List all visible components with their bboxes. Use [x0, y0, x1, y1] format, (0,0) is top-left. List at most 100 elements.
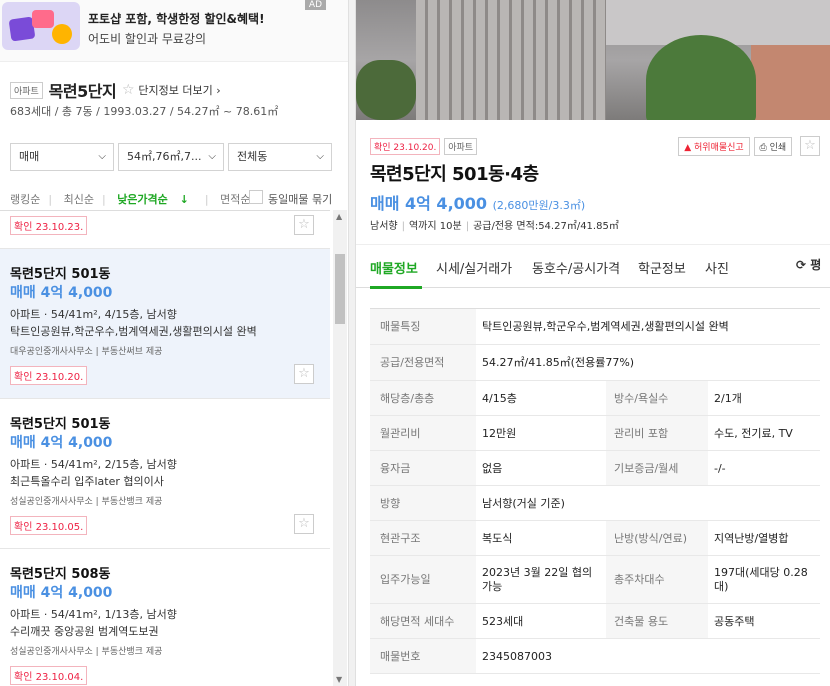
listing-agent: 대우공인중개사사무소 | 부동산써브 제공: [10, 347, 163, 357]
complex-info-link[interactable]: 단지정보 더보기 ›: [138, 84, 220, 97]
scroll-up-icon[interactable]: ▲: [336, 212, 342, 221]
same-listing-checkbox[interactable]: [249, 190, 263, 204]
listing-price: 매매 4억 4,000: [10, 585, 113, 601]
listing-desc: 최근특올수리 입주later 협의이사: [10, 475, 164, 488]
table-row: 해당층/총층 4/15층 방수/욕실수 2/1개: [370, 381, 820, 416]
confirm-date: 확인 23.10.04.: [10, 666, 88, 685]
unit-toggle-button[interactable]: ⟳ 평: [796, 256, 830, 273]
table-row: 매물번호 2345087003: [370, 639, 820, 674]
row-label: 방수/욕실수: [606, 381, 708, 415]
sort-low-price[interactable]: 낮은가격순 ↓: [117, 193, 197, 206]
row-value: 2023년 3월 22일 협의가능: [482, 566, 593, 593]
row-label: 공급/전용면적: [370, 345, 476, 380]
refresh-icon: ⟳: [796, 258, 807, 272]
detail-price-per-area: (2,680만원/3.3㎡): [492, 199, 586, 212]
row-value: 남서향(거실 기준): [482, 497, 565, 510]
siren-icon: ▲: [684, 142, 692, 153]
row-label: 입주가능일: [370, 556, 476, 603]
tab-photos[interactable]: 사진: [705, 258, 729, 277]
favorite-star-icon[interactable]: ☆: [294, 215, 314, 235]
tab-school[interactable]: 학군정보: [638, 258, 686, 277]
tab-unit-price[interactable]: 동호수/공시가격: [532, 258, 620, 277]
favorite-star-icon[interactable]: ☆: [294, 364, 314, 384]
complex-header: 아파트 목련5단지 ☆ 단지정보 더보기 ›: [10, 78, 340, 101]
row-label: 총주차대수: [606, 556, 708, 603]
row-value: 지역난방/열병합: [714, 532, 789, 545]
row-value: 54.27㎡/41.85㎡(전용률77%): [482, 356, 635, 369]
row-label: 난방(방식/연료): [606, 521, 708, 555]
tab-listing-info[interactable]: 매물정보: [370, 258, 418, 277]
row-label: 건축물 용도: [606, 604, 708, 638]
table-row: 입주가능일 2023년 3월 22일 협의가능 총주차대수 197대(세대당 0…: [370, 556, 820, 604]
confirm-date: 확인 23.10.23.: [10, 216, 88, 235]
report-button[interactable]: ▲ 허위매물신고: [678, 136, 750, 156]
chevron-down-icon: ⌵: [208, 151, 216, 162]
list-scrollbar[interactable]: ▲ ▼: [333, 210, 347, 686]
listing-spec: 아파트 · 54/41m², 1/13층, 남서향: [10, 608, 177, 621]
tab-price-history[interactable]: 시세/실거래가: [436, 258, 512, 277]
ad-image: [2, 2, 80, 50]
trade-type-select[interactable]: 매매 ⌵: [10, 143, 114, 171]
complex-type-tag: 아파트: [10, 81, 43, 99]
row-value: 197대(세대당 0.28대): [714, 566, 808, 593]
listing-title: 목련5단지 501동: [10, 417, 111, 432]
detail-table: 매물특징 탁트인공원뷰,학군우수,범계역세권,생활편의시설 완벽 공급/전용면적…: [370, 308, 820, 674]
ad-title[interactable]: 포토샵 포함, 학생한정 할인&혜택!: [88, 10, 265, 27]
row-label: 기보증금/월세: [606, 451, 708, 485]
listing-list: 확인 23.10.23. ☆ 목련5단지 501동 매매 4억 4,000 아파…: [0, 210, 330, 686]
area-select[interactable]: 54㎡,76㎡,7... ⌵: [118, 143, 224, 171]
table-row: 공급/전용면적 54.27㎡/41.85㎡(전용률77%): [370, 345, 820, 381]
list-item[interactable]: 목련5단지 501동 매매 4억 4,000 아파트 · 54/41m², 4/…: [0, 249, 330, 399]
row-label: 매물특징: [370, 309, 476, 344]
sort-latest[interactable]: 최신순: [64, 193, 94, 206]
listing-photo[interactable]: [356, 0, 830, 120]
table-row: 매물특징 탁트인공원뷰,학군우수,범계역세권,생활편의시설 완벽: [370, 309, 820, 345]
scrollbar-thumb[interactable]: [335, 254, 345, 324]
listing-agent: 성실공인중개사사무소 | 부동산뱅크 제공: [10, 497, 163, 507]
row-value: 없음: [482, 462, 503, 475]
row-label: 매물번호: [370, 639, 476, 673]
favorite-star-icon[interactable]: ☆: [294, 514, 314, 534]
table-row: 방향 남서향(거실 기준): [370, 486, 820, 521]
same-listing-label: 동일매물 묶기: [268, 193, 333, 206]
listing-agent: 성실공인중개사사무소 | 부동산뱅크 제공: [10, 647, 163, 657]
detail-actions: ▲ 허위매물신고 ⎙ 인쇄 ☆: [678, 136, 820, 156]
row-value: 복도식: [482, 532, 513, 545]
confirm-date: 확인 23.10.20.: [10, 366, 88, 385]
listing-price: 매매 4억 4,000: [10, 285, 113, 301]
favorite-star-icon[interactable]: ☆: [122, 82, 135, 98]
confirm-date: 확인 23.10.05.: [10, 516, 88, 535]
sort-area[interactable]: 면적순: [220, 193, 250, 206]
list-item[interactable]: 확인 23.10.23. ☆: [0, 211, 330, 249]
print-button[interactable]: ⎙ 인쇄: [753, 136, 793, 156]
ad-banner[interactable]: 포토샵 포함, 학생한정 할인&혜택! 어도비 할인과 무료강의 AD: [0, 0, 348, 62]
panel-divider[interactable]: [348, 0, 356, 686]
list-item[interactable]: 목련5단지 508동 매매 4억 4,000 아파트 · 54/41m², 1/…: [0, 549, 330, 686]
sort-ranking[interactable]: 랭킹순: [10, 193, 40, 206]
detail-tabs: 매물정보 시세/실거래가 동호수/공시가격 학군정보 사진 ⟳ 평: [356, 244, 830, 289]
print-icon: ⎙: [759, 142, 767, 153]
row-value: 523세대: [482, 615, 524, 628]
row-value: 수도, 전기료, TV: [714, 427, 793, 440]
listing-price: 매매 4억 4,000: [10, 435, 113, 451]
detail-title: 목련5단지 501동·4층: [370, 164, 539, 185]
arrow-down-icon: ↓: [179, 193, 189, 206]
chevron-down-icon: ⌵: [98, 151, 106, 162]
detail-meta: 남서향 | 역까지 10분 | 공급/전용 면적:54.27㎡/41.85㎡: [370, 221, 619, 232]
row-label: 융자금: [370, 451, 476, 485]
list-item[interactable]: 목련5단지 501동 매매 4억 4,000 아파트 · 54/41m², 2/…: [0, 399, 330, 549]
scroll-down-icon[interactable]: ▼: [336, 675, 342, 684]
favorite-star-icon[interactable]: ☆: [800, 136, 820, 156]
table-row: 해당면적 세대수 523세대 건축물 용도 공동주택: [370, 604, 820, 639]
row-value: 2/1개: [714, 392, 742, 405]
table-row: 현관구조 복도식 난방(방식/연료) 지역난방/열병합: [370, 521, 820, 556]
chevron-right-icon: ›: [216, 84, 221, 97]
chevron-down-icon: ⌵: [316, 151, 324, 162]
ad-subtitle[interactable]: 어도비 할인과 무료강의: [88, 30, 206, 47]
complex-name: 목련5단지: [48, 82, 117, 101]
row-label: 현관구조: [370, 521, 476, 555]
dong-select[interactable]: 전체동 ⌵: [228, 143, 332, 171]
row-label: 월관리비: [370, 416, 476, 450]
row-value: 공동주택: [714, 615, 755, 628]
row-label: 해당면적 세대수: [370, 604, 476, 638]
